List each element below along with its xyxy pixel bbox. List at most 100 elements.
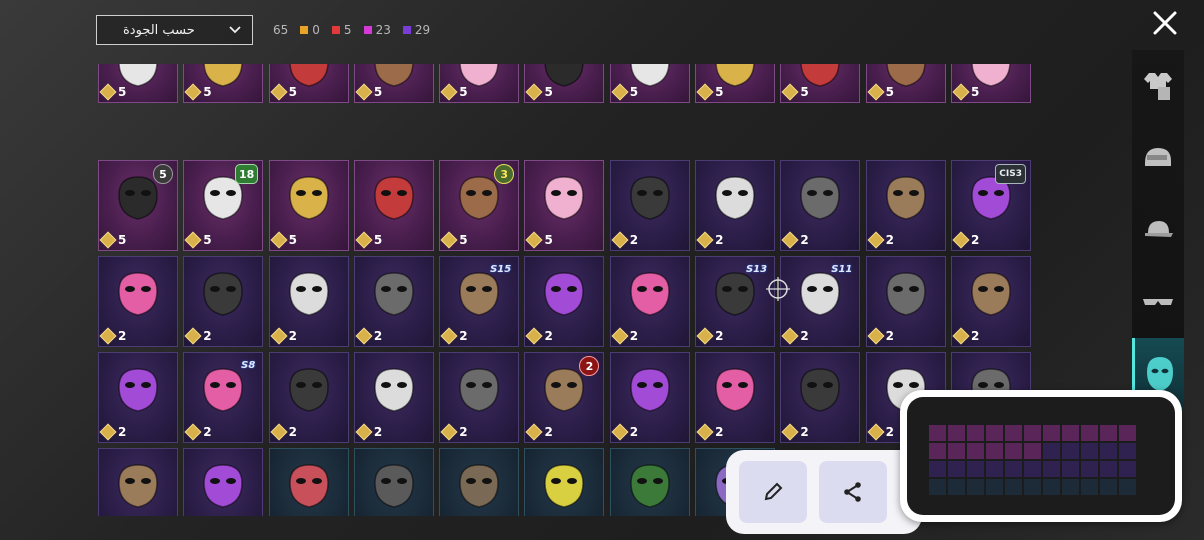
diamond-icon — [952, 231, 970, 249]
item-tile[interactable]: S15 2 — [439, 256, 520, 347]
close-icon[interactable] — [1152, 10, 1178, 36]
diamond-icon — [867, 83, 885, 101]
item-tile[interactable]: 5 — [439, 64, 520, 103]
item-tile[interactable]: 2 — [950, 256, 1031, 347]
item-tile[interactable]: 2 — [695, 160, 776, 251]
item-tile[interactable]: 2 — [865, 160, 946, 251]
rarity-counts: 65 0 5 23 29 — [273, 23, 430, 37]
item-tile[interactable]: 2 — [353, 256, 434, 347]
item-tile[interactable]: 2 — [439, 352, 520, 443]
item-quantity-value: 2 — [715, 425, 724, 439]
item-tile[interactable]: 2 — [98, 256, 178, 347]
item-quantity-value: 2 — [970, 233, 980, 247]
item-tile[interactable]: 5 — [268, 64, 349, 103]
edit-button[interactable] — [739, 461, 807, 523]
item-tile[interactable]: 5 — [695, 64, 776, 103]
screenshot-preview-thumbnail[interactable] — [900, 390, 1182, 522]
item-tile[interactable]: 5 — [98, 64, 178, 103]
item-quantity: 2 — [355, 327, 383, 345]
item-quantity-value: 5 — [800, 85, 809, 99]
sidebar-item-outfit[interactable] — [1132, 50, 1184, 122]
item-quantity: 2 — [952, 231, 980, 249]
item-quantity: 5 — [440, 231, 468, 249]
item-tile[interactable]: 1 — [439, 448, 520, 516]
item-tile[interactable]: 5 — [950, 64, 1031, 103]
item-quantity: 2 — [781, 423, 809, 441]
item-tile[interactable]: 22 — [524, 352, 605, 443]
item-quantity-value: 2 — [203, 425, 212, 439]
item-tile[interactable]: 5 — [524, 64, 605, 103]
item-quantity: 2 — [611, 327, 638, 345]
preview-tile — [1043, 425, 1060, 441]
preview-tile — [1024, 443, 1041, 459]
cap-icon — [1145, 221, 1173, 237]
item-tile[interactable]: 2 — [98, 352, 178, 443]
sidebar-item-cap[interactable] — [1132, 194, 1184, 266]
mask-gas-dark-icon — [118, 272, 158, 317]
sidebar-item-helmet[interactable] — [1132, 122, 1184, 194]
preview-tile — [1062, 479, 1079, 495]
item-tile[interactable]: 5 — [183, 64, 264, 103]
item-tile[interactable]: 2 — [695, 352, 776, 443]
item-tile[interactable]: 2 — [780, 160, 861, 251]
diamond-icon — [440, 83, 458, 101]
preview-tile — [1062, 461, 1079, 477]
item-tile[interactable]: 5 — [524, 160, 605, 251]
item-tile[interactable]: S11 2 — [780, 256, 861, 347]
item-quantity-value: 2 — [373, 329, 383, 343]
item-tile[interactable]: 1 — [524, 448, 605, 516]
item-tile[interactable]: 55 — [98, 160, 178, 251]
preview-grid — [929, 425, 1136, 495]
preview-tile — [1005, 443, 1022, 459]
item-tile[interactable]: 2 — [268, 352, 349, 443]
item-quantity-value: 2 — [970, 329, 980, 343]
item-tile[interactable]: 2 — [865, 256, 946, 347]
item-quantity-value: 5 — [203, 85, 212, 99]
preview-tile — [1081, 425, 1098, 441]
diamond-icon — [696, 423, 714, 441]
item-tile[interactable]: 2 — [609, 160, 690, 251]
item-tile[interactable]: CIS3 2 — [950, 160, 1031, 251]
item-tile[interactable]: 5 — [609, 64, 690, 103]
diamond-icon — [184, 231, 202, 249]
item-tile[interactable]: 5 — [353, 64, 434, 103]
item-tile[interactable]: S8 2 — [183, 352, 264, 443]
item-tile[interactable]: 1 — [268, 448, 349, 516]
diamond-icon — [440, 423, 458, 441]
sort-dropdown[interactable]: حسب الجودة — [96, 15, 253, 45]
item-tile[interactable]: 2 — [98, 448, 178, 516]
item-tile[interactable]: 2 — [609, 352, 690, 443]
item-tile[interactable]: 1 — [353, 448, 434, 516]
mask-white-cyber-icon — [885, 272, 926, 317]
sidebar-item-glasses[interactable] — [1132, 266, 1184, 338]
item-tile[interactable]: 5 — [865, 64, 946, 103]
item-quantity-value: 5 — [118, 85, 127, 99]
item-tile[interactable]: 2 — [268, 256, 349, 347]
item-tile[interactable]: 2 — [183, 448, 264, 516]
item-tile[interactable]: S13 2 — [695, 256, 776, 347]
item-tile[interactable]: 2 — [353, 352, 434, 443]
gold-square-icon — [300, 26, 309, 34]
item-quantity: 5 — [184, 83, 212, 101]
item-tile[interactable]: 2 — [524, 256, 605, 347]
mask-jaw-bone-icon — [971, 272, 1011, 317]
mask-metal-half-icon — [800, 368, 841, 413]
item-tile[interactable]: 35 — [439, 160, 520, 251]
item-tile[interactable]: 1 — [609, 448, 690, 516]
mask-red-ribbon-icon — [118, 464, 158, 509]
item-tile[interactable]: 5 — [268, 160, 349, 251]
item-tile[interactable]: 5 — [780, 64, 861, 103]
item-tile[interactable]: 2 — [609, 256, 690, 347]
share-button[interactable] — [819, 461, 887, 523]
item-quantity-value: 2 — [715, 329, 724, 343]
mask-purple-visor-icon — [630, 272, 670, 317]
item-tile[interactable]: 5 — [353, 160, 434, 251]
item-tile[interactable]: 2 — [183, 256, 264, 347]
item-quantity: 2 — [611, 231, 638, 249]
mask-green-net-icon — [459, 464, 499, 509]
item-quantity-value: 2 — [544, 329, 553, 343]
diamond-icon — [696, 327, 714, 345]
item-tile[interactable]: 18 5 — [183, 160, 264, 251]
mask-pink-dino-icon — [885, 176, 926, 221]
item-tile[interactable]: 2 — [780, 352, 861, 443]
